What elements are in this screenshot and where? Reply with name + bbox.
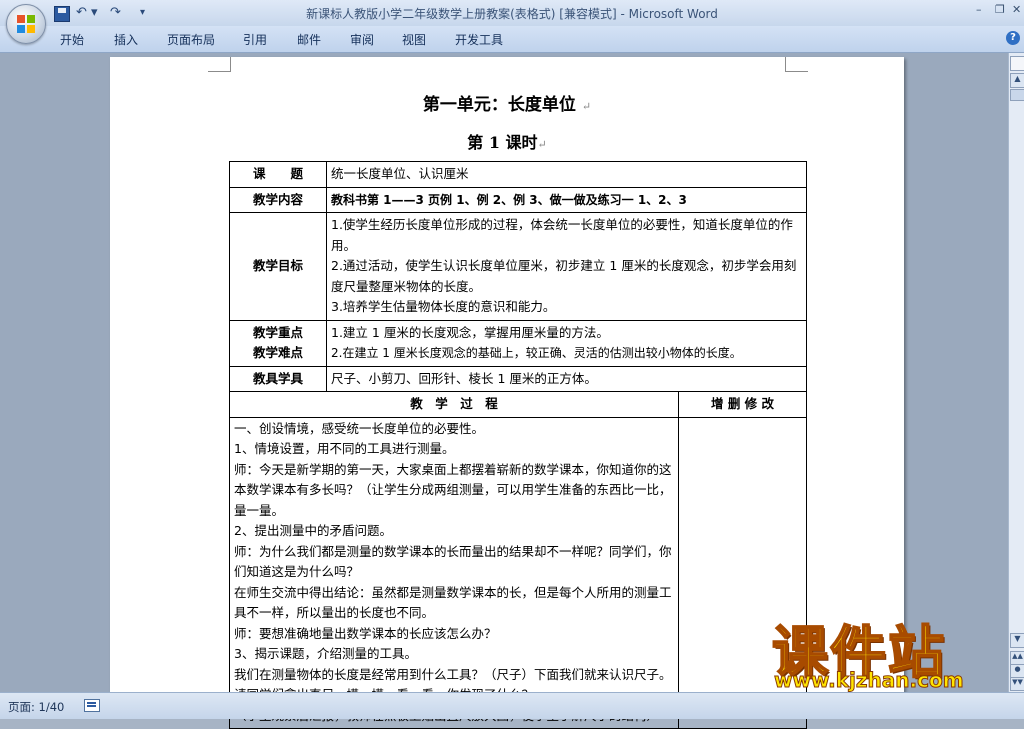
scroll-thumb[interactable] — [1010, 89, 1024, 101]
content-value: 教科书第 1——3 页例 1、例 2、例 3、做一做及练习一 1、2、3 — [325, 186, 808, 213]
process-line: 师：要想准确地量出数学课本的长应该怎么办？ — [234, 625, 497, 641]
ribbon-tabs: 开始 插入 页面布局 引用 邮件 审阅 视图 开发工具 — [0, 26, 1024, 53]
table-row: 一、创设情境，感受统一长度单位的必要性。 1、情境设置，用不同的工具进行测量。 … — [229, 416, 808, 729]
goals-value: 1.使学生经历长度单位形成的过程，体会统一长度单位的必要性，知道长度单位的作用。… — [325, 212, 808, 321]
topic-value: 统一长度单位、认识厘米 — [325, 161, 808, 188]
process-line: 1、情境设置，用不同的工具进行测量。 — [234, 441, 455, 456]
next-page-icon[interactable]: ▼▼ — [1010, 677, 1024, 691]
customize-quick-access-icon[interactable]: ▾ — [140, 4, 145, 22]
process-line: 师：为什么我们都是测量的数学课本的长而量出的结果却不一样呢？同学们，你们知道这是… — [234, 543, 672, 580]
previous-page-icon[interactable]: ▲▲ — [1010, 651, 1024, 665]
document-subtitle: 第 1 课时↵ — [467, 133, 547, 152]
title-bar: 新课标人教版小学二年级数学上册教案(表格式) [兼容模式] - Microsof… — [0, 0, 1024, 26]
office-logo-icon — [17, 15, 35, 33]
document-area: 第一单元：长度单位 ↵ 第 1 课时↵ 课 题 统一长度单位、认识厘米 教学内容… — [0, 53, 1008, 729]
materials-value: 尺子、小剪刀、回形针、棱长 1 厘米的正方体。 — [325, 365, 808, 392]
content-label: 教学内容 — [229, 186, 327, 213]
close-icon[interactable]: ✕ — [1012, 3, 1021, 16]
ruler-toggle-icon[interactable] — [1010, 56, 1024, 71]
document-page[interactable]: 第一单元：长度单位 ↵ 第 1 课时↵ 课 题 统一长度单位、认识厘米 教学内容… — [110, 57, 904, 729]
table-row: 教学目标 1.使学生经历长度单位形成的过程，体会统一长度单位的必要性，知道长度单… — [229, 212, 808, 321]
process-line: 师：今天是新学期的第一天，大家桌面上都摆着崭新的数学课本，你知道你的这本数学课本… — [234, 461, 672, 518]
difficulty-item: 2.在建立 1 厘米长度观念的基础上，较正确、灵活的估测出较小物体的长度。 — [331, 346, 742, 360]
undo-icon[interactable]: ↶ ▾ — [76, 4, 98, 22]
table-row: 课 题 统一长度单位、认识厘米 — [229, 161, 808, 188]
tab-review[interactable]: 审阅 — [350, 31, 374, 48]
table-row: 教学内容 教科书第 1——3 页例 1、例 2、例 3、做一做及练习一 1、2、… — [229, 186, 808, 213]
scroll-down-icon[interactable]: ▼ — [1010, 633, 1024, 648]
process-body: 一、创设情境，感受统一长度单位的必要性。 1、情境设置，用不同的工具进行测量。 … — [229, 416, 679, 729]
goal-item: 1.使学生经历长度单位形成的过程，体会统一长度单位的必要性，知道长度单位的作用。 — [331, 217, 793, 253]
key-point-item: 1.建立 1 厘米的长度观念，掌握用厘米量的方法。 — [331, 324, 609, 340]
tab-page-layout[interactable]: 页面布局 — [167, 31, 215, 48]
status-bar: 页面: 1/40 — [0, 692, 1024, 719]
difficulty-label: 教学难点 — [252, 345, 303, 360]
redo-icon[interactable]: ↷ — [110, 4, 121, 22]
process-header: 教 学 过 程 — [229, 391, 679, 418]
save-icon[interactable] — [54, 6, 70, 22]
key-points-label: 教学重点 — [252, 324, 303, 340]
help-icon[interactable]: ? — [1006, 31, 1020, 45]
tab-home[interactable]: 开始 — [60, 31, 84, 48]
tab-developer[interactable]: 开发工具 — [455, 31, 503, 48]
table-row: 教具学具 尺子、小剪刀、回形针、棱长 1 厘米的正方体。 — [229, 365, 808, 392]
goal-item: 2.通过活动，使学生认识长度单位厘米，初步建立 1 厘米的长度观念，初步学会用刻… — [331, 258, 797, 294]
table-row: 教 学 过 程 增 删 修 改 — [229, 391, 808, 418]
process-line: 一、创设情境，感受统一长度单位的必要性。 — [234, 420, 485, 436]
tab-insert[interactable]: 插入 — [114, 31, 138, 48]
restore-icon[interactable]: ❐ — [995, 3, 1005, 16]
watermark-url: www.kjzhan.com — [774, 668, 965, 693]
key-difficulty-label: 教学重点 教学难点 — [229, 319, 327, 367]
goals-label: 教学目标 — [229, 212, 327, 321]
process-line: 3、揭示课题，介绍测量的工具。 — [234, 646, 417, 661]
vertical-scrollbar[interactable]: ▲ ▼ ▲▲ ● ▼▼ — [1008, 53, 1024, 692]
document-title: 第一单元：长度单位 ↵ — [422, 95, 592, 115]
window-title: 新课标人教版小学二年级数学上册教案(表格式) [兼容模式] - Microsof… — [306, 7, 718, 21]
tab-references[interactable]: 引用 — [243, 31, 267, 48]
tab-view[interactable]: 视图 — [402, 31, 426, 48]
revisions-header: 增 删 修 改 — [677, 391, 808, 418]
topic-label: 课 题 — [229, 161, 327, 188]
crop-mark-right — [785, 57, 808, 72]
scroll-up-icon[interactable]: ▲ — [1010, 73, 1024, 88]
crop-mark-left — [208, 57, 231, 72]
goal-item: 3.培养学生估量物体长度的意识和能力。 — [331, 299, 556, 314]
macro-recording-icon[interactable] — [84, 699, 100, 712]
select-browse-object-icon[interactable]: ● — [1010, 664, 1024, 678]
process-line: 在师生交流中得出结论：虽然都是测量数学课本的长，但是每个人所用的测量工具不一样，… — [234, 584, 672, 621]
minimize-icon[interactable]: – — [976, 3, 982, 16]
process-line: 2、提出测量中的矛盾问题。 — [234, 523, 392, 538]
office-button[interactable] — [6, 4, 46, 44]
key-difficulty-value: 1.建立 1 厘米的长度观念，掌握用厘米量的方法。 2.在建立 1 厘米长度观念… — [325, 319, 808, 367]
lesson-plan-table: 课 题 统一长度单位、认识厘米 教学内容 教科书第 1——3 页例 1、例 2、… — [229, 161, 808, 729]
table-row: 教学重点 教学难点 1.建立 1 厘米的长度观念，掌握用厘米量的方法。 2.在建… — [229, 319, 808, 367]
page-indicator[interactable]: 页面: 1/40 — [8, 699, 64, 715]
materials-label: 教具学具 — [229, 365, 327, 392]
tab-mailings[interactable]: 邮件 — [297, 31, 321, 48]
